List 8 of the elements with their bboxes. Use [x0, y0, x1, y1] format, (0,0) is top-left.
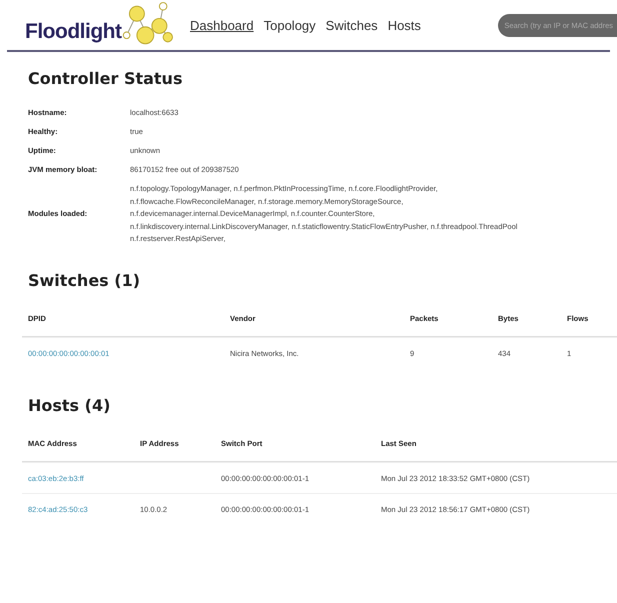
nav-link[interactable]: Hosts: [388, 18, 421, 32]
section-heading: Switches (1): [28, 271, 142, 290]
nav-link[interactable]: Topology: [264, 18, 316, 32]
nav-link[interactable]: Dashboard: [190, 18, 254, 32]
nav-link[interactable]: Switches: [326, 18, 378, 32]
section-heading: Hosts (4): [28, 396, 112, 415]
logo-text: Floodlight: [25, 20, 122, 45]
section-heading: Controller Status: [28, 69, 184, 88]
